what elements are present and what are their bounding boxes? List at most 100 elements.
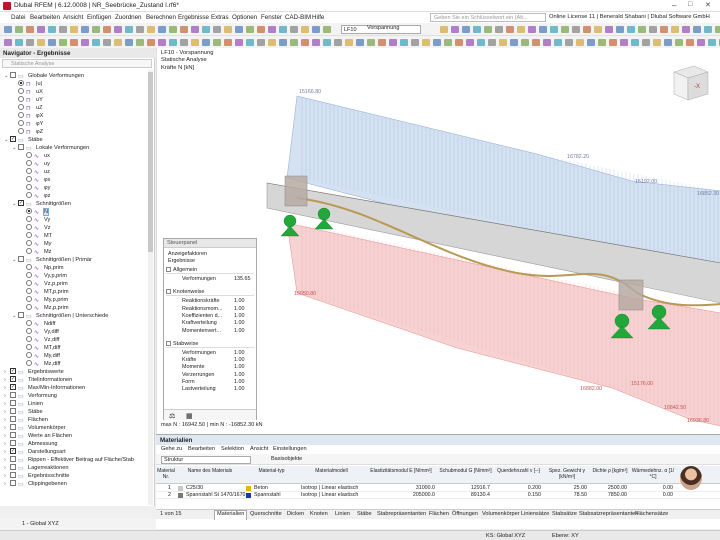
tree-item[interactable]: ⌄ ▭ Schnittgrößen | Unterschiede	[12, 312, 108, 320]
tree-item[interactable]: ∿ Mz,diff	[20, 360, 60, 368]
base-objects-filter[interactable]: Basisobjekte	[271, 456, 302, 462]
toolbar-icon[interactable]	[462, 26, 470, 33]
toolbar-icon[interactable]	[400, 39, 408, 46]
toolbar-icon[interactable]	[598, 39, 606, 46]
toolbar-icon[interactable]	[26, 39, 34, 46]
radio-button[interactable]	[18, 112, 24, 118]
tree-item[interactable]: ∿ MT,p,prim	[20, 288, 69, 296]
tree-item[interactable]: ⊓ uX	[12, 88, 43, 96]
tree-item[interactable]: ∿ MT,diff	[20, 344, 60, 352]
toolbar-icon[interactable]	[704, 26, 712, 33]
toolbar-icon[interactable]	[517, 26, 525, 33]
tree-item[interactable]: ∿ φz	[20, 192, 50, 200]
tree-item[interactable]: ∿ Np,prim	[20, 264, 64, 272]
toolbar-icon[interactable]	[565, 39, 573, 46]
tree-item[interactable]: ⊓ φZ	[12, 128, 43, 136]
tab-11[interactable]: Stabsätze	[550, 511, 579, 517]
toolbar-icon[interactable]	[466, 39, 474, 46]
factor-value[interactable]: 1.00	[234, 320, 245, 326]
tree-item[interactable]: ∿ φx	[20, 176, 50, 184]
table-cell[interactable]: Isotrop | Linear elastisch	[301, 492, 358, 498]
checkbox[interactable]	[10, 408, 16, 414]
toolbar-icon[interactable]	[561, 26, 569, 33]
scale-icon[interactable]: ⚖	[169, 412, 175, 420]
toolbar-icon[interactable]	[37, 26, 45, 33]
table-row[interactable]	[156, 485, 720, 492]
toolbar-icon[interactable]	[279, 39, 287, 46]
toolbar-icon[interactable]	[290, 39, 298, 46]
tree-item[interactable]: ⌄ ▭ Schnittgrößen | Primär	[12, 256, 92, 264]
factor-value[interactable]: 135.65	[234, 276, 251, 282]
radio-button[interactable]	[26, 328, 32, 334]
toolbar-icon[interactable]	[4, 39, 12, 46]
radio-button[interactable]	[26, 216, 32, 222]
radio-button[interactable]	[26, 176, 32, 182]
toolbar-icon[interactable]	[136, 39, 144, 46]
checkbox[interactable]	[10, 464, 16, 470]
toolbar-icon[interactable]	[693, 26, 701, 33]
toolbar-icon[interactable]	[290, 26, 298, 33]
tree-item[interactable]: › ▭ Rippen - Effektiver Beitrag auf Fläche…	[4, 456, 134, 464]
toolbar-icon[interactable]	[301, 39, 309, 46]
maximize-button[interactable]: □	[688, 1, 692, 8]
menu-datei[interactable]: Datei	[11, 14, 25, 21]
tab-2[interactable]: Dicken	[285, 511, 306, 517]
table-cell[interactable]: Isotrop | Linear elastisch	[301, 485, 358, 491]
filter-icon[interactable]: ▦	[186, 412, 193, 420]
radio-button[interactable]	[18, 128, 24, 134]
column-header[interactable]: Name des Materials	[177, 468, 243, 474]
structure-filter-select[interactable]: Struktur	[161, 456, 251, 464]
checkbox[interactable]	[10, 440, 16, 446]
tab-0[interactable]: Materialien	[214, 510, 248, 520]
menu-bearbeiten[interactable]: Bearbeiten	[188, 446, 215, 452]
control-section-header[interactable]: Stabweise	[166, 340, 254, 348]
factor-value[interactable]: 1.00	[234, 364, 245, 370]
toolbar-icon[interactable]	[675, 39, 683, 46]
tree-item[interactable]: ⊓ φY	[12, 120, 43, 128]
tree-item[interactable]: › ▭ Stäbe	[4, 408, 43, 416]
column-header[interactable]: Dichte ρ [kg/m³]	[591, 468, 629, 474]
menu-hilfe[interactable]: Hilfe	[312, 14, 324, 21]
tab-5[interactable]: Stäbe	[355, 511, 374, 517]
toolbar-icon[interactable]	[499, 39, 507, 46]
tab-7[interactable]: Flächen	[427, 511, 451, 517]
checkbox[interactable]	[18, 312, 24, 318]
table-cell[interactable]: Spannstahl	[254, 492, 281, 498]
radio-button[interactable]	[18, 96, 24, 102]
toolbar-icon[interactable]	[664, 39, 672, 46]
radio-button[interactable]	[26, 152, 32, 158]
toolbar-icon[interactable]	[356, 39, 364, 46]
radio-button[interactable]	[26, 240, 32, 246]
radio-button[interactable]	[26, 232, 32, 238]
toolbar-icon[interactable]	[594, 26, 602, 33]
toolbar-icon[interactable]	[158, 39, 166, 46]
search-input[interactable]: Geben Sie ein Schlüsselwort ein (Alt...	[430, 13, 546, 22]
toolbar-icon[interactable]	[609, 39, 617, 46]
tree-item[interactable]: ›▭Max/Min-Informationen	[4, 384, 85, 392]
toolbar-icon[interactable]	[345, 39, 353, 46]
tree-item[interactable]: ∿ φy	[20, 184, 50, 192]
table-cell[interactable]: 205000.0	[413, 492, 435, 498]
toolbar-icon[interactable]	[235, 39, 243, 46]
toolbar-icon[interactable]	[125, 39, 133, 46]
tree-item[interactable]: › ▭ Clippingebenen	[4, 480, 67, 488]
navigator-scrollbar[interactable]	[148, 70, 153, 505]
toolbar-icon[interactable]	[147, 26, 155, 33]
radio-button[interactable]	[18, 120, 24, 126]
radio-button[interactable]	[26, 160, 32, 166]
tree-item[interactable]: ⌄▭Stäbe	[4, 136, 43, 144]
toolbar-icon[interactable]	[440, 26, 448, 33]
toolbar-icon[interactable]	[103, 39, 111, 46]
radio-button[interactable]	[26, 208, 32, 214]
toolbar-icon[interactable]	[638, 26, 646, 33]
radio-button[interactable]	[26, 304, 32, 310]
tree-item[interactable]: ⌄ ▭ Globale Verformungen	[4, 72, 84, 80]
tree-item[interactable]: ⊓ |u|	[12, 80, 42, 88]
radio-button[interactable]	[26, 320, 32, 326]
tree-item[interactable]: ⊓ φX	[12, 112, 43, 120]
radio-button[interactable]	[18, 104, 24, 110]
toolbar-icon[interactable]	[528, 26, 536, 33]
section-toggle[interactable]	[166, 289, 171, 295]
menu-berechnen[interactable]: Berechnen	[146, 14, 176, 21]
tree-item[interactable]: ›▭Darstellungsart	[4, 448, 66, 456]
